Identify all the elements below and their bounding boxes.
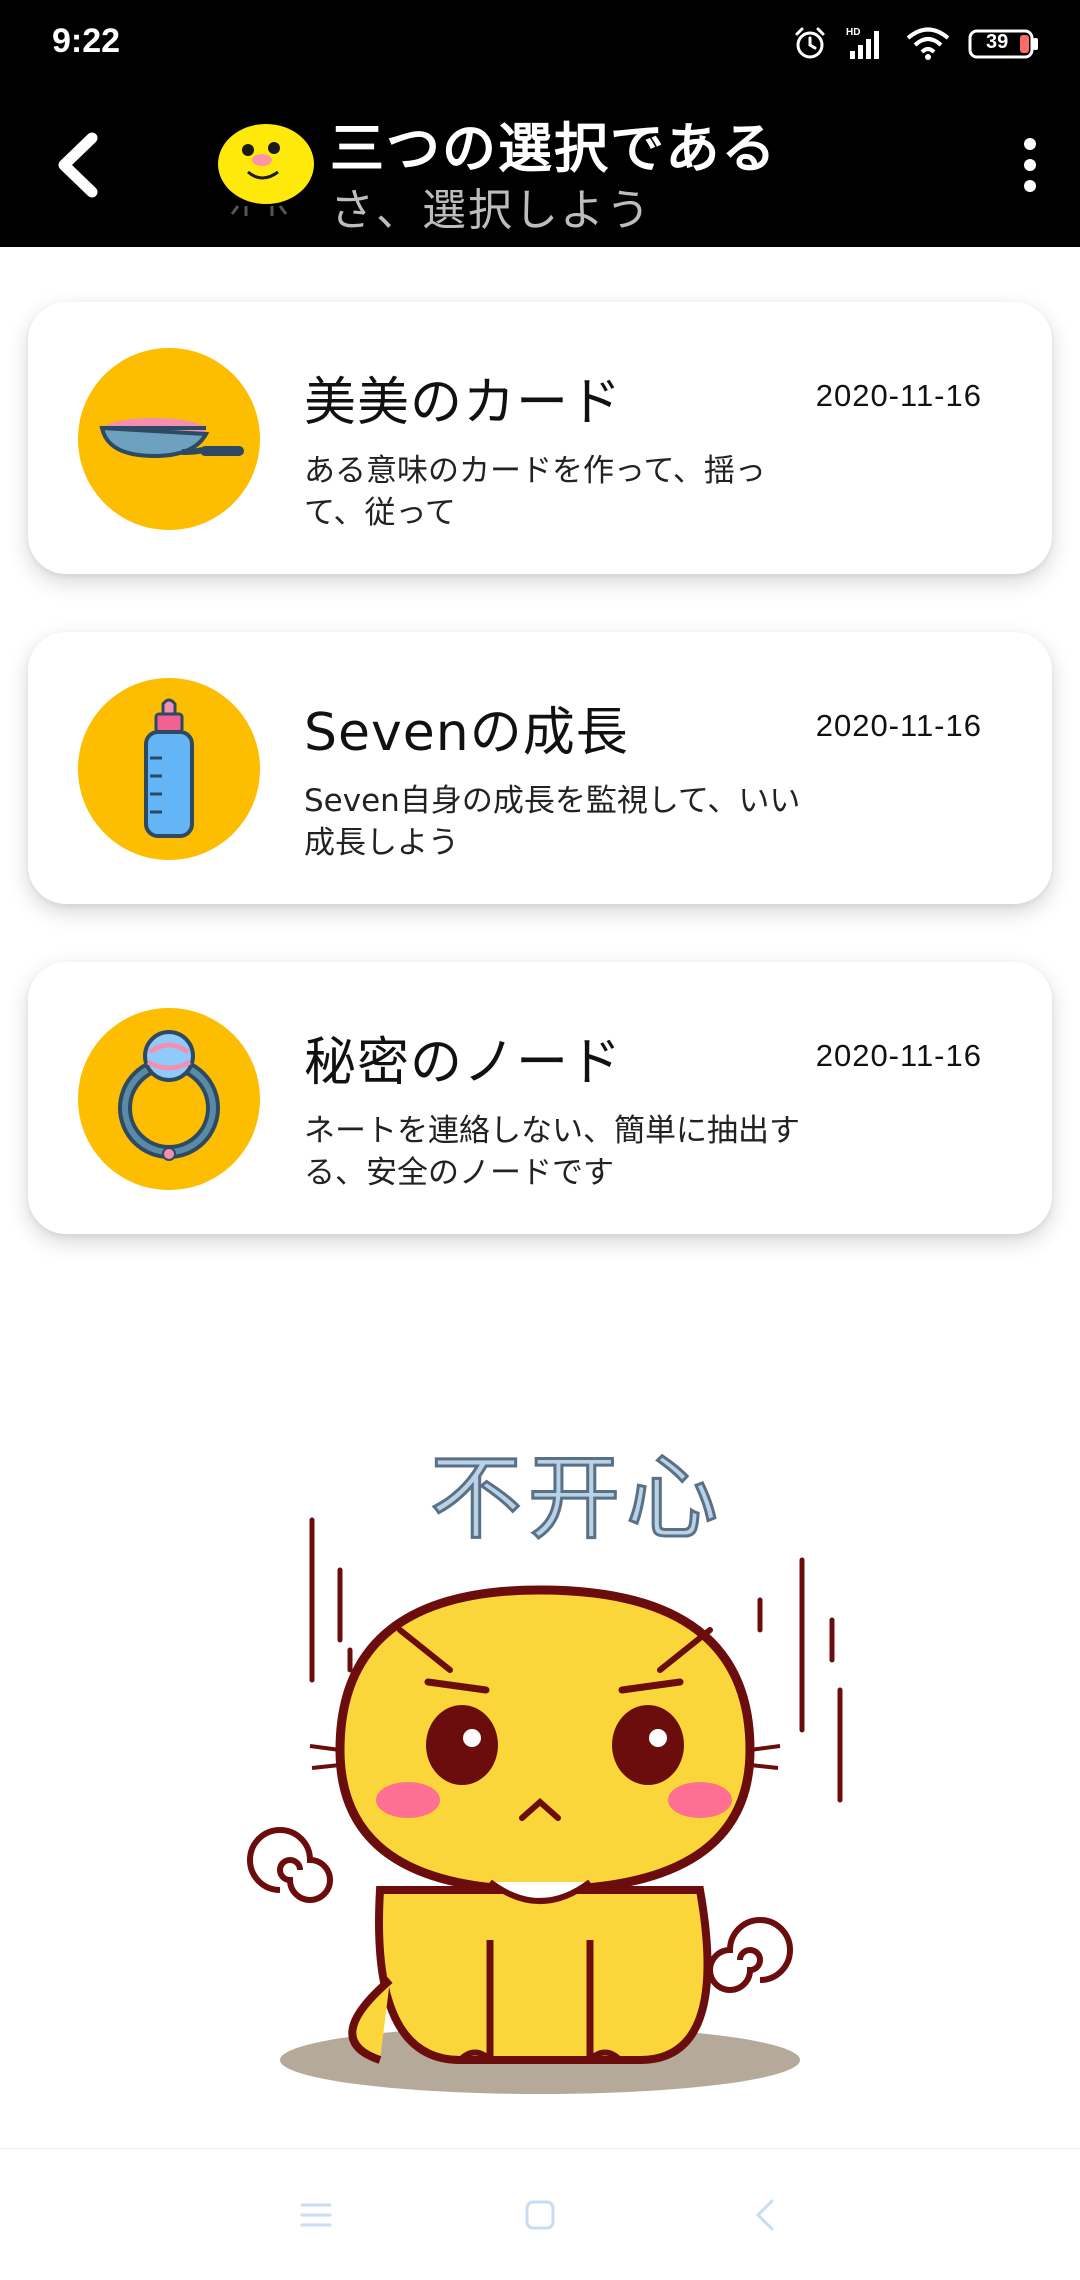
- back-triangle-icon: [756, 2199, 774, 2231]
- alarm-icon: [792, 25, 828, 61]
- card-description: ネートを連絡しない、簡単に抽出する、安全のノードです: [304, 1113, 800, 1191]
- card-secret-node[interactable]: 秘密のノード 2020-11-16 ネートを連絡しない、簡単に抽出する、安全のノ…: [28, 962, 1052, 1234]
- battery-level: 39: [986, 31, 1009, 53]
- home-square-icon: [525, 2200, 555, 2230]
- system-back-button[interactable]: [736, 2185, 796, 2245]
- battery-icon: 39: [968, 25, 1040, 61]
- back-chevron-icon: [58, 132, 98, 198]
- wifi-icon: [906, 25, 950, 61]
- frying-pan-icon: [78, 348, 260, 530]
- upset-cat-sticker: 不开心: [200, 1420, 880, 2120]
- card-date: 2020-11-16: [815, 378, 982, 413]
- card-title: 秘密のノード: [304, 1033, 623, 1093]
- page-title: 三つの選択である: [330, 117, 778, 180]
- app-bar: 三つの選択である さ、選択しよう: [0, 90, 1080, 247]
- hd-signal-icon: HD: [846, 25, 888, 61]
- back-button[interactable]: [44, 120, 114, 210]
- menu-icon: [300, 2203, 332, 2227]
- system-nav-bar: [0, 2148, 1080, 2280]
- baby-rattle-icon: [78, 1008, 260, 1190]
- menu-button[interactable]: [286, 2185, 346, 2245]
- card-title: Sevenの成長: [304, 703, 629, 763]
- svg-text:HD: HD: [846, 27, 860, 38]
- card-description: ある意味のカードを作って、揺って、従って: [304, 453, 766, 531]
- more-vertical-icon: [1024, 138, 1036, 192]
- card-title: 美美のカード: [304, 373, 623, 433]
- card-seven-growth[interactable]: Sevenの成長 2020-11-16 Seven自身の成長を監視して、いい成長…: [28, 632, 1052, 904]
- card-meimei[interactable]: 美美のカード 2020-11-16 ある意味のカードを作って、揺って、従って: [28, 302, 1052, 574]
- chick-icon: [208, 110, 318, 220]
- baby-bottle-icon: [78, 678, 260, 860]
- more-options-button[interactable]: [1010, 130, 1050, 200]
- status-time: 9:22: [52, 22, 121, 60]
- sticker-caption: 不开心: [430, 1445, 724, 1552]
- card-description: Seven自身の成長を監視して、いい成長しよう: [304, 783, 801, 861]
- card-date: 2020-11-16: [815, 708, 982, 743]
- status-bar: 9:22 HD 39: [0, 0, 1080, 90]
- page-subtitle: さ、選択しよう: [330, 185, 652, 236]
- card-date: 2020-11-16: [815, 1038, 982, 1073]
- home-button[interactable]: [510, 2185, 570, 2245]
- status-icons: HD 39: [792, 18, 1040, 68]
